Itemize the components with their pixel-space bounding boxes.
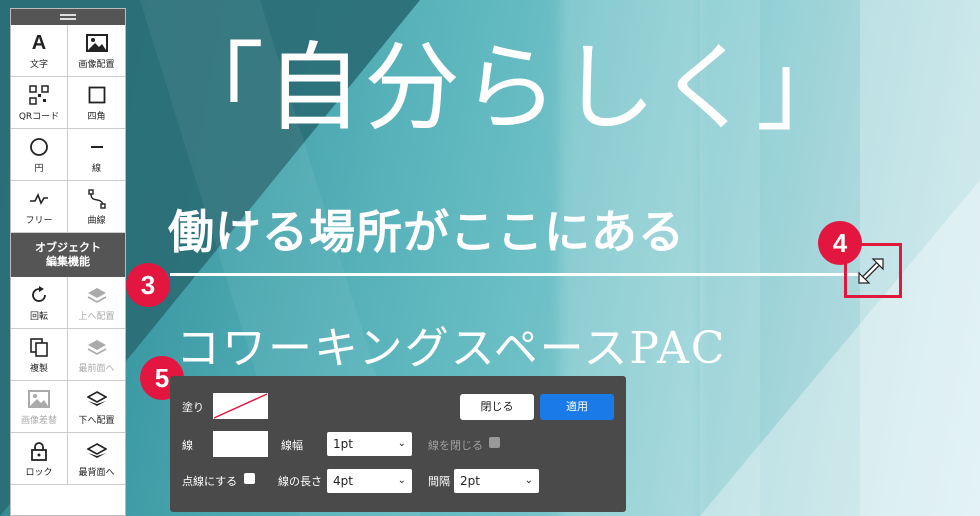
dash-length-select[interactable]: 4pt ⌄ — [327, 469, 412, 493]
tool-label: 複製 — [29, 364, 48, 374]
close-path-label: 線を閉じる — [428, 439, 483, 452]
image-icon — [85, 31, 108, 55]
grip-icon — [60, 14, 76, 20]
tool-image[interactable]: 画像配置 — [68, 25, 125, 77]
curve-icon — [87, 187, 106, 211]
image-replace-icon — [28, 387, 50, 411]
section-title-object-edit: オブジェクト 編集機能 — [11, 233, 125, 277]
tool-label: 最前面へ — [78, 364, 115, 374]
dash-length-value: 4pt — [333, 474, 353, 488]
tool-circle[interactable]: 円 — [11, 129, 68, 181]
gap-label: 間隔 — [428, 475, 450, 488]
step-badge-3: 3 — [126, 263, 170, 307]
drag-handle[interactable] — [11, 9, 125, 25]
headline-text[interactable]: 「自分らしく」 — [168, 26, 854, 151]
tool-text[interactable]: A 文字 — [11, 25, 68, 77]
tool-label: 下へ配置 — [78, 416, 115, 426]
tool-duplicate[interactable]: 複製 — [11, 329, 68, 381]
tool-label: 円 — [34, 164, 44, 174]
tool-label: 四角 — [87, 112, 106, 122]
tool-layers-up: 上へ配置 — [68, 277, 125, 329]
fill-swatch-none[interactable] — [213, 393, 268, 419]
step-badge-4: 4 — [818, 221, 862, 265]
edit-tools-grid: 回転 上へ配置複製 最前面へ画像差替 下へ配置ロック 最背面へ — [11, 277, 125, 485]
tool-label: フリー — [25, 216, 53, 226]
tool-label: 文字 — [29, 60, 48, 70]
tool-label: 線 — [91, 164, 101, 174]
tool-lock[interactable]: ロック — [11, 433, 68, 485]
tool-layers-down[interactable]: 下へ配置 — [68, 381, 125, 433]
tool-palette: A 文字 画像配置 QRコード 四角円 線フリー 曲線 オブジェクト 編集機能 回転 上へ配置… — [10, 8, 126, 516]
duplicate-icon — [29, 335, 49, 359]
stroke-width-value: 1pt — [333, 437, 353, 451]
lock-icon — [30, 439, 48, 463]
section-title-text: オブジェクト 編集機能 — [35, 240, 101, 268]
layers-up-icon — [87, 283, 107, 307]
tool-square[interactable]: 四角 — [68, 77, 125, 129]
tool-freehand[interactable]: フリー — [11, 181, 68, 233]
draw-tools-grid: A 文字 画像配置 QRコード 四角円 線フリー 曲線 — [11, 25, 125, 233]
tool-curve[interactable]: 曲線 — [68, 181, 125, 233]
resize-handle-icon[interactable] — [856, 256, 886, 286]
circle-icon — [29, 135, 49, 159]
chevron-down-icon: ⌄ — [397, 475, 406, 486]
line-icon — [90, 135, 104, 159]
layers-back-icon — [86, 439, 107, 463]
stroke-color-swatch[interactable] — [213, 431, 268, 457]
square-icon — [88, 83, 106, 107]
dashed-label: 点線にする — [182, 475, 238, 488]
tool-image-replace: 画像差替 — [11, 381, 68, 433]
stroke-label: 線 — [182, 439, 193, 452]
stroke-width-label: 線幅 — [281, 439, 303, 452]
fill-label: 塗り — [182, 401, 204, 414]
tool-line[interactable]: 線 — [68, 129, 125, 181]
close-button[interactable]: 閉じる — [460, 394, 534, 420]
chevron-down-icon: ⌄ — [524, 475, 533, 486]
tool-rotate[interactable]: 回転 — [11, 277, 68, 329]
tool-layers-front: 最前面へ — [68, 329, 125, 381]
drawn-line[interactable] — [170, 273, 862, 276]
tool-label: ロック — [25, 468, 53, 478]
apply-button[interactable]: 適用 — [540, 394, 614, 420]
tool-label: 画像差替 — [20, 416, 57, 426]
gap-select[interactable]: 2pt ⌄ — [454, 469, 539, 493]
tool-label: 最背面へ — [78, 468, 115, 478]
tool-layers-back[interactable]: 最背面へ — [68, 433, 125, 485]
tool-label: 回転 — [29, 312, 48, 322]
dash-length-label: 線の長さ — [278, 475, 322, 488]
gap-value: 2pt — [460, 474, 480, 488]
layers-front-icon — [87, 335, 107, 359]
freehand-icon — [29, 187, 49, 211]
qr-code-icon — [29, 83, 49, 107]
tool-label: 曲線 — [87, 216, 106, 226]
chevron-down-icon: ⌄ — [397, 438, 406, 449]
stroke-width-select[interactable]: 1pt ⌄ — [327, 432, 412, 456]
subheadline-text[interactable]: 働ける場所がここにある — [168, 196, 685, 262]
dashed-checkbox[interactable] — [244, 473, 255, 484]
rotate-icon — [29, 283, 49, 307]
close-path-checkbox[interactable] — [489, 437, 500, 448]
tool-label: 画像配置 — [78, 60, 115, 70]
tool-qr-code[interactable]: QRコード — [11, 77, 68, 129]
text-icon: A — [31, 31, 47, 54]
line-style-panel: 塗り 線 線幅 1pt ⌄ 線を閉じる 点線にする 線の長さ 4pt ⌄ 間隔 … — [170, 376, 626, 512]
tool-label: 上へ配置 — [78, 312, 115, 322]
tool-label: QRコード — [18, 112, 60, 122]
brand-text[interactable]: コワーキングスペースPAC — [176, 312, 726, 376]
layers-down-icon — [86, 387, 107, 411]
